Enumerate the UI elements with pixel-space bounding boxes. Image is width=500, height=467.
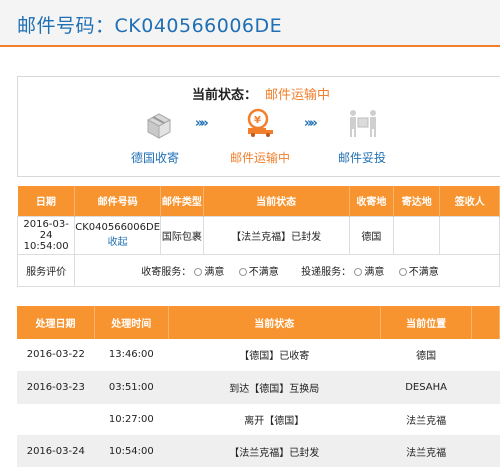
table-row: 2016-03-24 10:54:00 【法兰克福】已封发 法兰克福 [17,435,500,467]
tracking-header-row: 处理日期 处理时间 当前状态 当前位置 [17,306,500,339]
collect-service-label: 收寄服务： [141,266,192,278]
row-date: 2016-03-23 [17,371,95,404]
collapse-link[interactable]: 收起 [75,233,160,248]
collect-satisfied-radio[interactable] [194,267,203,276]
box-icon [146,113,172,139]
row-status: 离开【德国】 [168,403,381,436]
column-header: 当前位置 [380,306,473,339]
handover-icon [350,110,376,137]
row-status: 【法兰克福】已封发 [202,215,350,255]
collect-satisfied-label: 满意 [204,266,225,278]
deliver-satisfied-label: 满意 [364,266,385,278]
summary-header-row: 日期 邮件号码 邮件类型 当前状态 收寄地 寄达地 签收人 [17,186,500,216]
summary-table: 日期 邮件号码 邮件类型 当前状态 收寄地 寄达地 签收人 2016-03-24… [16,186,500,287]
status-label: 当前状态： [192,88,258,103]
row-location: 德国 [380,339,472,372]
row-time: 03:51:00 [94,371,169,404]
row-destination [393,215,441,255]
step-label-in-transit: 邮件运输中 [230,151,291,165]
row-time: 13:46:00 [94,339,169,372]
deliver-service-label: 投递服务： [301,266,352,278]
column-header: 处理日期 [17,306,96,339]
page-title: 邮件号码：CK040566006DE [17,15,283,37]
mail-number: CK040566006DE [75,222,161,233]
row-date: 2016-03-22 [17,339,95,372]
column-header-extra [471,306,500,339]
row-signer [439,215,500,255]
row-status: 【德国】已收寄 [168,339,381,372]
table-row: 2016-03-24 10:54:00 CK040566006DE 收起 国际包… [16,215,500,255]
delivery-truck-icon: ¥ [247,108,273,137]
step-label-collected: 德国收寄 [131,151,180,165]
column-header: 收寄地 [349,186,395,216]
row-location: 法兰克福 [380,435,472,467]
row-type: 国际包裹 [160,215,204,255]
column-header: 邮件类型 [160,186,204,216]
deliver-unsatisfied-label: 不满意 [408,266,439,278]
status-value: 邮件运输中 [265,88,331,103]
row-location: 法兰克福 [380,403,472,436]
collect-unsatisfied-label: 不满意 [248,266,279,278]
step-label-delivered: 邮件妥投 [338,151,387,165]
row-time: 10:27:00 [94,403,169,436]
row-date: 2016-03-24 [17,435,95,467]
column-header: 当前状态 [203,186,350,216]
row-status: 【法兰克福】已封发 [168,435,381,467]
table-row: 2016-03-22 13:46:00 【德国】已收寄 德国 [17,339,500,372]
row-origin: 德国 [348,215,395,255]
table-row: 2016-03-23 03:51:00 到达【德国】互换局 DESAHA [17,371,500,404]
column-header: 日期 [17,186,76,216]
svg-text:¥: ¥ [254,115,261,126]
row-date [17,403,95,436]
deliver-satisfied-radio[interactable] [354,267,363,276]
collect-unsatisfied-radio[interactable] [238,267,247,276]
deliver-unsatisfied-radio[interactable] [398,267,407,276]
evaluation-options: 收寄服务： 满意 不满意 投递服务： 满意 不满意 [74,253,500,287]
row-location: DESAHA [380,371,472,404]
column-header: 处理时间 [94,306,169,339]
row-time: 10:54:00 [94,435,169,467]
row-date: 2016-03-24 10:54:00 [16,215,76,255]
column-header: 当前状态 [168,306,381,339]
evaluation-label: 服务评价 [16,253,76,287]
evaluation-row: 服务评价 收寄服务： 满意 不满意 投递服务： 满意 不满意 [16,253,500,287]
step-arrow-2: »» [304,116,318,131]
table-row: 10:27:00 离开【德国】 法兰克福 [17,403,500,436]
column-header: 签收人 [439,186,500,216]
row-status: 到达【德国】互换局 [168,371,381,404]
column-header: 邮件号码 [74,186,162,216]
title-bar: 邮件号码：CK040566006DE [0,0,500,47]
column-header: 寄达地 [393,186,441,216]
tracking-table: 处理日期 处理时间 当前状态 当前位置 2016-03-22 13:46:00 … [17,306,500,467]
step-arrow-1: »» [195,116,209,131]
row-number-cell: CK040566006DE 收起 [74,215,162,255]
